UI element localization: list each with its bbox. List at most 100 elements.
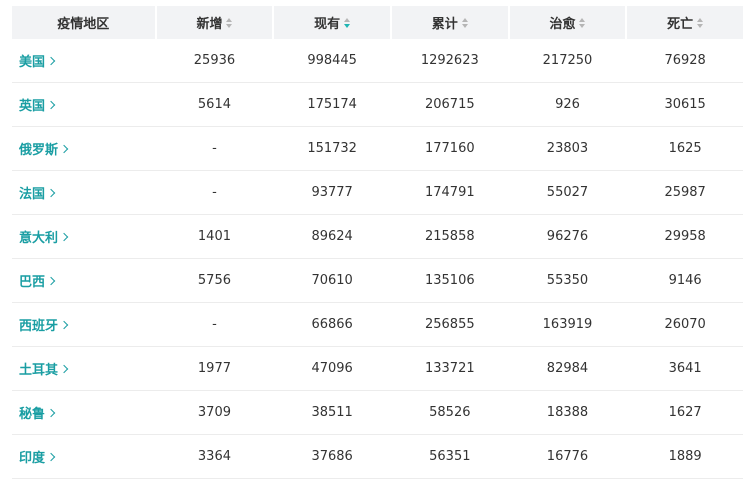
chevron-right-icon xyxy=(59,320,69,329)
deaths-cell: 76928 xyxy=(664,53,706,68)
current-cases-cell: 37686 xyxy=(311,449,353,464)
total-cases-cell: 56351 xyxy=(429,449,471,464)
new-cases-cell: 1401 xyxy=(197,229,231,244)
region-link[interactable]: 西班牙 xyxy=(19,315,69,334)
chevron-right-icon xyxy=(46,452,56,461)
total-cases-cell: 256855 xyxy=(424,317,475,332)
region-cell: 西班牙 xyxy=(12,303,155,346)
table-row: 俄罗斯 - 151732 177160 23803 1625 xyxy=(12,127,743,171)
region-cell: 美国 xyxy=(12,39,155,82)
total-cases-cell: 174791 xyxy=(424,185,475,200)
chevron-right-icon xyxy=(46,100,56,109)
deaths-cell: 3641 xyxy=(668,361,702,376)
sort-icon xyxy=(226,17,233,28)
region-link[interactable]: 法国 xyxy=(19,183,56,202)
new-cases-cell: 3364 xyxy=(197,449,231,464)
region-cell: 英国 xyxy=(12,83,155,126)
chevron-right-icon xyxy=(59,364,69,373)
new-cases-cell: - xyxy=(212,185,217,200)
total-cases-cell: 215858 xyxy=(424,229,475,244)
cured-cell: 217250 xyxy=(542,53,593,68)
sort-icon xyxy=(579,17,586,28)
region-name: 英国 xyxy=(19,99,46,114)
region-link[interactable]: 俄罗斯 xyxy=(19,139,69,158)
deaths-cell: 25987 xyxy=(664,185,706,200)
table-row: 英国 5614 175174 206715 926 30615 xyxy=(12,83,743,127)
total-cases-cell: 133721 xyxy=(424,361,475,376)
cured-cell: 163919 xyxy=(542,317,593,332)
current-cases-cell: 93777 xyxy=(311,185,353,200)
current-cases-cell: 151732 xyxy=(307,141,357,156)
current-cases-cell: 89624 xyxy=(311,229,353,244)
table-row: 意大利 1401 89624 215858 96276 29958 xyxy=(12,215,743,259)
cured-cell: 23803 xyxy=(546,141,589,156)
sort-icon xyxy=(344,17,351,28)
region-name: 意大利 xyxy=(19,231,59,246)
new-cases-cell: 5756 xyxy=(197,273,231,288)
region-cell: 土耳其 xyxy=(12,347,155,390)
sort-icon xyxy=(697,17,704,28)
new-cases-cell: 3709 xyxy=(197,405,231,420)
cured-cell: 926 xyxy=(555,97,580,112)
header-cured-sort[interactable]: 治愈 xyxy=(509,6,626,39)
chevron-right-icon xyxy=(59,232,69,241)
table-body: 美国 25936 998445 1292623 217250 76928 英国 … xyxy=(12,39,743,479)
cured-cell: 82984 xyxy=(546,361,589,376)
region-name: 法国 xyxy=(19,187,46,202)
new-cases-cell: 5614 xyxy=(197,97,231,112)
cured-cell: 18388 xyxy=(546,405,589,420)
current-cases-cell: 38511 xyxy=(311,405,353,420)
header-total-label: 累计 xyxy=(431,17,458,32)
region-cell: 巴西 xyxy=(12,259,155,302)
region-cell: 俄罗斯 xyxy=(12,127,155,170)
region-cell: 秘鲁 xyxy=(12,391,155,434)
header-new-label: 新增 xyxy=(196,17,223,32)
sort-icon xyxy=(461,17,468,28)
chevron-right-icon xyxy=(46,188,56,197)
header-region-label: 疫情地区 xyxy=(57,17,110,32)
region-link[interactable]: 意大利 xyxy=(19,227,69,246)
deaths-cell: 30615 xyxy=(664,97,706,112)
region-name: 俄罗斯 xyxy=(19,143,59,158)
header-cured-label: 治愈 xyxy=(549,17,576,32)
table-header: 疫情地区 新增 现有 累计 治愈 死亡 xyxy=(12,6,743,39)
region-cell: 意大利 xyxy=(12,215,155,258)
epidemic-table: 疫情地区 新增 现有 累计 治愈 死亡 美国 25936 998445 1292… xyxy=(12,6,743,479)
header-new-sort[interactable]: 新增 xyxy=(156,6,273,39)
new-cases-cell: 25936 xyxy=(193,53,236,68)
table-row: 土耳其 1977 47096 133721 82984 3641 xyxy=(12,347,743,391)
total-cases-cell: 58526 xyxy=(429,405,471,420)
current-cases-cell: 998445 xyxy=(307,53,357,68)
table-row: 西班牙 - 66866 256855 163919 26070 xyxy=(12,303,743,347)
chevron-right-icon xyxy=(46,408,56,417)
region-name: 秘鲁 xyxy=(19,407,46,422)
total-cases-cell: 206715 xyxy=(424,97,475,112)
region-link[interactable]: 巴西 xyxy=(19,271,56,290)
current-cases-cell: 47096 xyxy=(311,361,353,376)
new-cases-cell: - xyxy=(212,141,217,156)
current-cases-cell: 70610 xyxy=(311,273,353,288)
header-region: 疫情地区 xyxy=(12,6,155,39)
total-cases-cell: 177160 xyxy=(424,141,475,156)
region-link[interactable]: 美国 xyxy=(19,51,56,70)
region-cell: 法国 xyxy=(12,171,155,214)
region-link[interactable]: 秘鲁 xyxy=(19,403,56,422)
total-cases-cell: 1292623 xyxy=(420,53,479,68)
region-link[interactable]: 土耳其 xyxy=(19,359,69,378)
new-cases-cell: - xyxy=(212,317,217,332)
cured-cell: 96276 xyxy=(546,229,589,244)
region-link[interactable]: 英国 xyxy=(19,95,56,114)
header-total-sort[interactable]: 累计 xyxy=(391,6,508,39)
region-name: 西班牙 xyxy=(19,319,59,334)
header-deaths-sort[interactable]: 死亡 xyxy=(627,6,743,39)
table-row: 巴西 5756 70610 135106 55350 9146 xyxy=(12,259,743,303)
deaths-cell: 29958 xyxy=(664,229,706,244)
deaths-cell: 1625 xyxy=(668,141,702,156)
table-row: 印度 3364 37686 56351 16776 1889 xyxy=(12,435,743,479)
cured-cell: 55350 xyxy=(546,273,589,288)
header-current-sort[interactable]: 现有 xyxy=(274,6,390,39)
region-link[interactable]: 印度 xyxy=(19,447,56,466)
deaths-cell: 9146 xyxy=(668,273,702,288)
chevron-right-icon xyxy=(46,56,56,65)
region-name: 美国 xyxy=(19,55,46,70)
